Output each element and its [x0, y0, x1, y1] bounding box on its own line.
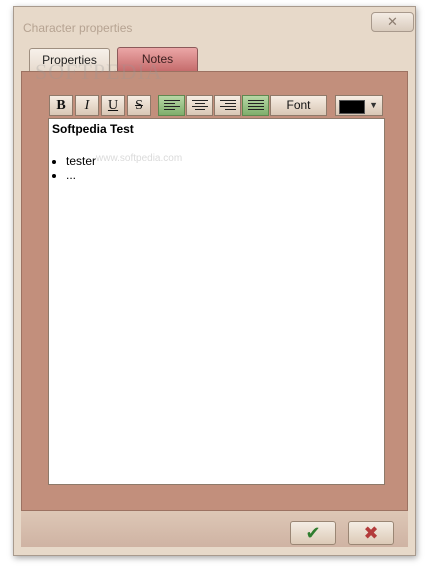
tab-properties[interactable]: Properties	[29, 48, 110, 72]
align-left-icon	[164, 100, 180, 112]
window-title: Character properties	[23, 21, 133, 35]
align-center-icon	[192, 100, 208, 112]
ok-button[interactable]: ✔	[290, 521, 336, 545]
close-button[interactable]: ✕	[371, 12, 414, 32]
notes-heading: Softpedia Test	[52, 122, 134, 136]
color-chip	[339, 100, 365, 114]
list-item: ...	[66, 168, 381, 182]
dialog-window: Character properties ✕ Properties Notes …	[13, 6, 416, 556]
format-toolbar: B I U S Font ▼	[49, 95, 385, 118]
tab-notes[interactable]: Notes	[117, 47, 198, 72]
chevron-down-icon: ▼	[369, 100, 378, 110]
bullet-list: tester ...	[52, 154, 381, 182]
strikethrough-button[interactable]: S	[127, 95, 151, 116]
dialog-footer: ✔ ✖	[21, 511, 408, 547]
notes-editor[interactable]: Softpedia Test tester ...	[48, 118, 385, 485]
font-button[interactable]: Font	[270, 95, 327, 116]
align-left-button[interactable]	[158, 95, 185, 116]
align-right-icon	[220, 100, 236, 112]
notes-panel: B I U S Font ▼ Softpedia Test • tester •…	[21, 71, 408, 511]
cancel-button[interactable]: ✖	[348, 521, 394, 545]
list-item: tester	[66, 154, 381, 168]
align-right-button[interactable]	[214, 95, 241, 116]
color-picker[interactable]: ▼	[335, 95, 383, 116]
underline-button[interactable]: U	[101, 95, 125, 116]
italic-button[interactable]: I	[75, 95, 99, 116]
bullet-list-button[interactable]	[242, 95, 269, 116]
align-center-button[interactable]	[186, 95, 213, 116]
bold-button[interactable]: B	[49, 95, 73, 116]
bullet-list-icon	[248, 100, 264, 112]
